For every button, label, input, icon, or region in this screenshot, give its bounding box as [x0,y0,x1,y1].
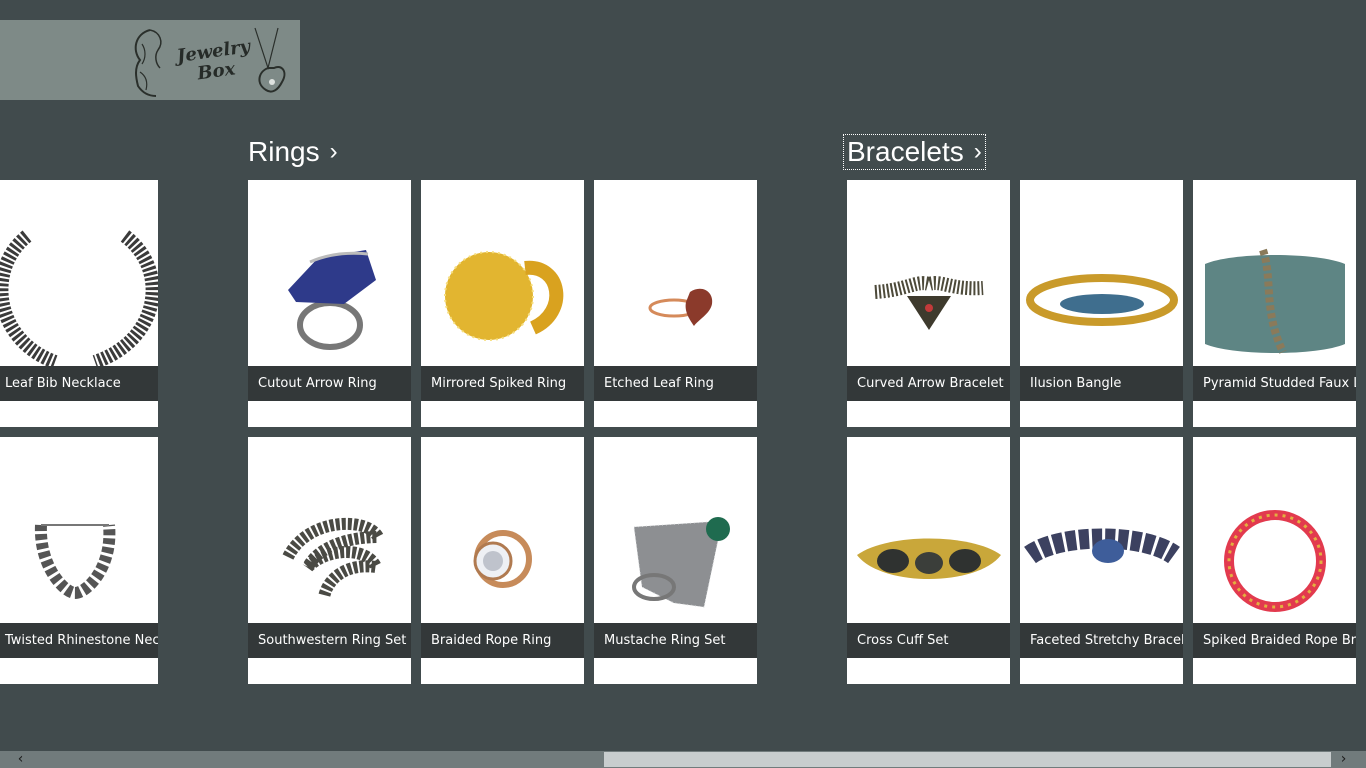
product-tile-spiked-braided-rope-bracelet[interactable]: Spiked Braided Rope Bracelet [1193,437,1356,684]
snake-ring-image [248,437,411,623]
group-header-rings[interactable]: Rings › [246,136,340,168]
scroll-right-arrow-icon[interactable]: › [1335,751,1352,768]
product-tile-mustache-ring-set[interactable]: Mustache Ring Set [594,437,757,684]
product-name: Cutout Arrow Ring [248,366,411,401]
product-tile-curved-arrow-bracelet[interactable]: Curved Arrow Bracelet [847,180,1010,427]
group-header-bracelets[interactable]: Bracelets › [843,134,986,170]
product-name: Etched Leaf Ring [594,366,757,401]
product-name: Mirrored Spiked Ring [421,366,584,401]
product-tile-twisted-rhinestone-necklace[interactable]: Twisted Rhinestone Necklace [0,437,158,684]
beaded-arrow-bracelet-image [847,180,1010,366]
rhinestone-collar-image [0,437,158,623]
gold-blue-bangle-image [1020,180,1183,366]
scroll-left-arrow-icon[interactable]: ‹ [12,751,29,768]
product-tile-cross-cuff-set[interactable]: Cross Cuff Set [847,437,1010,684]
product-tile-faceted-stretchy-bracelet[interactable]: Faceted Stretchy Bracelet [1020,437,1183,684]
product-name: Faceted Stretchy Bracelet [1020,623,1183,658]
rose-gold-halo-ring-image [421,437,584,623]
chevron-right-icon: › [973,138,982,165]
app-logo: Jewelry Box [0,20,300,100]
product-name: Southwestern Ring Set [248,623,411,658]
scrollbar-thumb[interactable] [604,752,1331,767]
group-title-rings: Rings [248,136,320,167]
blue-crystal-bracelet-image [1020,437,1183,623]
heart-stone-ring-image [594,180,757,366]
product-tile-pyramid-studded-bracelet[interactable]: Pyramid Studded Faux Leather Bracelet [1193,180,1356,427]
group-title-bracelets: Bracelets [847,136,964,167]
product-name: Twisted Rhinestone Necklace [0,623,158,658]
fan-emerald-ring-image [594,437,757,623]
product-tile-braided-rope-ring[interactable]: Braided Rope Ring [421,437,584,684]
product-name: Pyramid Studded Faux Leather Bracelet [1193,366,1356,401]
product-tile-southwestern-ring-set[interactable]: Southwestern Ring Set [248,437,411,684]
collar-necklace-image [0,180,158,366]
horizontal-scrollbar[interactable]: ‹ › [0,751,1366,768]
gold-pave-dome-ring-image [421,180,584,366]
product-tile-ilusion-bangle[interactable]: Ilusion Bangle [1020,180,1183,427]
product-tile-cutout-arrow-ring[interactable]: Cutout Arrow Ring [248,180,411,427]
product-name: Braided Rope Ring [421,623,584,658]
product-name: Mustache Ring Set [594,623,757,658]
product-name: Spiked Braided Rope Bracelet [1193,623,1356,658]
chevron-right-icon: › [329,138,338,165]
green-lucite-cuff-image [1193,180,1356,366]
product-tile-etched-leaf-ring[interactable]: Etched Leaf Ring [594,180,757,427]
lapis-cocktail-ring-image [248,180,411,366]
gold-stone-cuff-image [847,437,1010,623]
product-name: Leaf Bib Necklace [0,366,158,401]
product-tile-mirrored-spiked-ring[interactable]: Mirrored Spiked Ring [421,180,584,427]
red-chain-bracelet-image [1193,437,1356,623]
product-tile-leaf-bib-necklace[interactable]: Leaf Bib Necklace [0,180,158,427]
product-name: Ilusion Bangle [1020,366,1183,401]
product-name: Curved Arrow Bracelet [847,366,1010,401]
product-name: Cross Cuff Set [847,623,1010,658]
